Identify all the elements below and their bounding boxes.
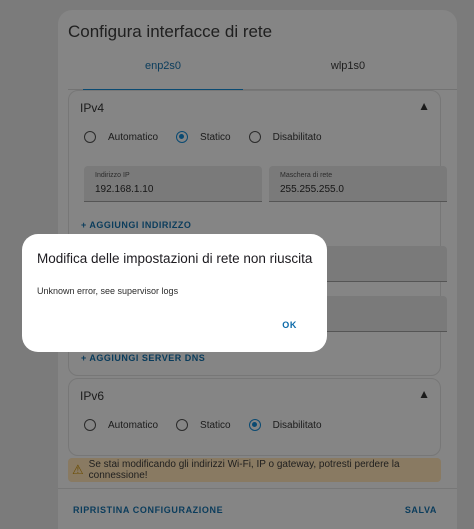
interface-tabs: enp2s0 wlp1s0 bbox=[68, 60, 457, 92]
field-label: Maschera di rete bbox=[280, 172, 333, 179]
radio-ipv6-automatico[interactable] bbox=[84, 419, 96, 431]
radio-ipv4-disabilitato[interactable] bbox=[248, 131, 261, 143]
connection-warning: ⚠ Se stai modificando gli indirizzi Wi-F… bbox=[68, 458, 441, 482]
radio-ipv6-disabilitato[interactable] bbox=[248, 419, 261, 431]
field-value: 192.168.1.10 bbox=[95, 184, 154, 195]
ipv6-section: IPv6 ▲ Automatico Statico Disabilitato bbox=[68, 378, 441, 456]
card-title: Configura interfacce di rete bbox=[68, 22, 273, 41]
ok-button[interactable]: OK bbox=[282, 320, 297, 330]
warning-text: Se stai modificando gli indirizzi Wi-Fi,… bbox=[88, 459, 400, 481]
radio-ipv6-statico[interactable] bbox=[176, 419, 189, 431]
field-label: Indirizzo IP bbox=[95, 172, 130, 179]
radio-label: Disabilitato bbox=[272, 419, 322, 431]
ipv4-title: IPv4 bbox=[80, 101, 105, 115]
warning-icon: ⚠ bbox=[72, 462, 84, 477]
dialog-message: Unknown error, see supervisor logs bbox=[37, 286, 179, 296]
radio-label: Disabilitato bbox=[272, 131, 322, 143]
save-button[interactable]: SALVA bbox=[405, 505, 437, 515]
tab-label: enp2s0 bbox=[144, 60, 182, 72]
radio-label: Automatico bbox=[108, 419, 159, 431]
radio-ipv4-automatico[interactable] bbox=[84, 131, 96, 143]
tab-label: wlp1s0 bbox=[330, 60, 366, 72]
netmask-field[interactable]: Maschera di rete 255.255.255.0 bbox=[269, 166, 447, 202]
ip-address-field[interactable]: Indirizzo IP 192.168.1.10 bbox=[84, 166, 262, 202]
radio-label: Statico bbox=[200, 419, 231, 431]
ipv6-title: IPv6 bbox=[80, 389, 105, 403]
tab-enp2s0[interactable]: enp2s0 bbox=[83, 60, 243, 92]
ipv4-mode-radios: Automatico Statico Disabilitato bbox=[84, 131, 340, 143]
field-value: 255.255.255.0 bbox=[280, 184, 344, 195]
card-footer: RIPRISTINA CONFIGURAZIONE SALVA bbox=[58, 488, 457, 528]
dialog-title: Modifica delle impostazioni di rete non … bbox=[37, 251, 313, 266]
chevron-up-icon[interactable]: ▲ bbox=[418, 387, 430, 401]
error-dialog: Modifica delle impostazioni di rete non … bbox=[22, 234, 327, 352]
radio-label: Statico bbox=[200, 131, 231, 143]
radio-label: Automatico bbox=[108, 131, 159, 143]
radio-ipv4-statico[interactable] bbox=[176, 131, 189, 143]
chevron-up-icon[interactable]: ▲ bbox=[418, 99, 430, 113]
tab-wlp1s0[interactable]: wlp1s0 bbox=[268, 60, 428, 90]
add-address-button[interactable]: + AGGIUNGI INDIRIZZO bbox=[81, 220, 191, 230]
reset-config-button[interactable]: RIPRISTINA CONFIGURAZIONE bbox=[73, 505, 223, 515]
add-dns-button[interactable]: + AGGIUNGI SERVER DNS bbox=[81, 353, 205, 363]
ipv6-mode-radios: Automatico Statico Disabilitato bbox=[84, 419, 340, 431]
